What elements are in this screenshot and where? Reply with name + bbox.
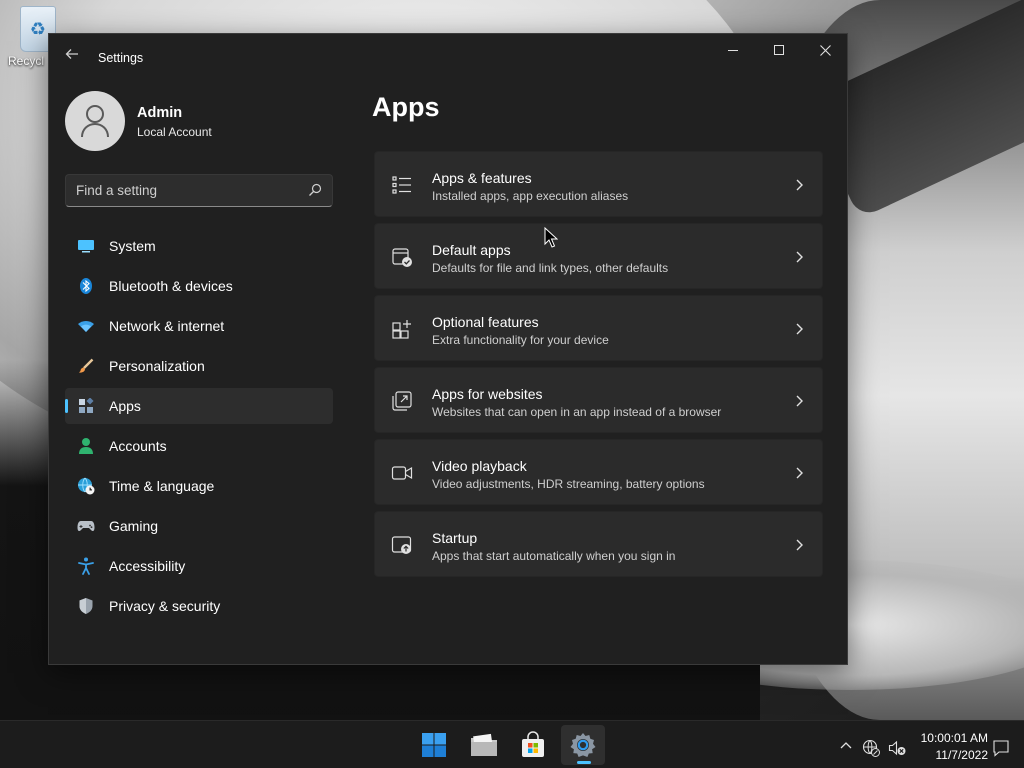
sidebar-item-label: Gaming	[109, 518, 159, 534]
settings-gear-icon	[570, 733, 596, 757]
start-icon	[422, 733, 446, 757]
accessibility-icon	[77, 557, 95, 575]
gamepad-icon	[77, 517, 95, 535]
close-icon	[819, 44, 831, 56]
card-subtitle: Installed apps, app execution aliases	[432, 189, 629, 203]
settings-card-list: Apps & features Installed apps, app exec…	[374, 151, 823, 583]
sidebar-item-label: Accounts	[109, 438, 167, 454]
back-arrow-icon[interactable]	[61, 46, 83, 68]
maximize-button[interactable]	[756, 34, 802, 66]
sidebar-item-label: Network & internet	[109, 318, 225, 334]
sidebar-item-label: Accessibility	[109, 558, 186, 574]
network-globe-icon[interactable]	[862, 739, 880, 757]
shield-icon	[77, 597, 95, 615]
store-icon	[522, 731, 544, 757]
video-camera-icon	[391, 466, 413, 480]
brush-icon	[77, 357, 95, 375]
card-subtitle: Defaults for file and link types, other …	[432, 261, 669, 275]
person-icon	[77, 437, 95, 455]
sidebar-item-label: Privacy & security	[109, 598, 221, 614]
sidebar-item-privacy-security[interactable]: Privacy & security	[65, 588, 333, 624]
sidebar-item-accounts[interactable]: Accounts	[65, 428, 333, 464]
sidebar-nav: System Bluetooth & devices Network & int…	[65, 228, 333, 628]
card-title: Apps & features	[432, 170, 532, 186]
sidebar-item-personalization[interactable]: Personalization	[65, 348, 333, 384]
bluetooth-icon	[77, 277, 95, 295]
sidebar-item-label: Bluetooth & devices	[109, 278, 233, 294]
clock-time: 10:00:01 AM	[920, 731, 988, 745]
system-icon	[77, 237, 95, 255]
chevron-right-icon	[796, 251, 803, 263]
file-explorer-icon	[471, 733, 497, 756]
sidebar-item-bluetooth[interactable]: Bluetooth & devices	[65, 268, 333, 304]
card-subtitle: Video adjustments, HDR streaming, batter…	[432, 477, 705, 491]
chevron-up-icon[interactable]	[838, 737, 854, 753]
search-input[interactable]	[76, 175, 296, 206]
close-button[interactable]	[802, 34, 848, 66]
chevron-right-icon	[796, 539, 803, 551]
settings-window: Settings Admin Local Account Find a sett…	[48, 33, 848, 665]
list-icon	[392, 176, 411, 194]
user-name: Admin	[137, 105, 183, 121]
settings-taskbar-button[interactable]	[561, 725, 605, 765]
startup-icon	[391, 536, 412, 554]
card-subtitle: Apps that start automatically when you s…	[432, 549, 676, 563]
card-subtitle: Websites that can open in an app instead…	[432, 405, 722, 419]
avatar[interactable]	[65, 91, 125, 151]
start-button[interactable]	[412, 725, 456, 765]
search-icon[interactable]	[308, 183, 322, 197]
card-title: Optional features	[432, 314, 539, 330]
sidebar-item-system[interactable]: System	[65, 228, 333, 264]
card-title: Default apps	[432, 242, 511, 258]
card-video-playback[interactable]: Video playback Video adjustments, HDR st…	[374, 439, 823, 505]
apps-icon	[77, 397, 95, 415]
sidebar-item-label: Apps	[109, 398, 141, 414]
person-icon	[81, 105, 109, 138]
chevron-right-icon	[796, 323, 803, 335]
store-button[interactable]	[511, 725, 555, 765]
sidebar-item-apps[interactable]: Apps	[65, 388, 333, 424]
card-apps-features[interactable]: Apps & features Installed apps, app exec…	[374, 151, 823, 217]
card-title: Startup	[432, 530, 478, 546]
card-title: Apps for websites	[432, 386, 543, 402]
search-box[interactable]	[65, 174, 333, 207]
sidebar-item-network[interactable]: Network & internet	[65, 308, 333, 344]
sidebar-item-time-language[interactable]: Time & language	[65, 468, 333, 504]
globe-clock-icon	[77, 477, 95, 495]
chevron-right-icon	[796, 395, 803, 407]
wifi-icon	[77, 317, 95, 335]
minimize-icon	[728, 49, 738, 51]
title-bar[interactable]: Settings	[49, 34, 847, 82]
card-optional-features[interactable]: Optional features Extra functionality fo…	[374, 295, 823, 361]
card-apps-for-websites[interactable]: Apps for websites Websites that can open…	[374, 367, 823, 433]
sidebar-item-label: System	[109, 238, 156, 254]
open-link-icon	[392, 391, 412, 411]
clock-date: 11/7/2022	[935, 748, 989, 762]
card-startup[interactable]: Startup Apps that start automatically wh…	[374, 511, 823, 577]
minimize-button[interactable]	[710, 34, 756, 66]
default-apps-icon	[392, 248, 412, 267]
account-type: Local Account	[137, 125, 212, 139]
sidebar-item-gaming[interactable]: Gaming	[65, 508, 333, 544]
sidebar-item-label: Personalization	[109, 358, 205, 374]
window-title: Settings	[98, 51, 144, 65]
taskbar-clock[interactable]: 10:00:01 AM 11/7/2022	[902, 730, 988, 764]
page-title: Apps	[372, 92, 440, 122]
sidebar-item-accessibility[interactable]: Accessibility	[65, 548, 333, 584]
mouse-cursor-icon	[544, 227, 558, 248]
add-grid-icon	[392, 320, 411, 339]
card-subtitle: Extra functionality for your device	[432, 333, 609, 347]
chevron-right-icon	[796, 179, 803, 191]
sidebar-item-label: Time & language	[109, 478, 215, 494]
maximize-icon	[774, 45, 784, 55]
chevron-right-icon	[796, 467, 803, 479]
file-explorer-button[interactable]	[462, 725, 506, 765]
card-title: Video playback	[432, 458, 527, 474]
card-default-apps[interactable]: Default apps Defaults for file and link …	[374, 223, 823, 289]
notification-icon[interactable]	[992, 739, 1010, 757]
